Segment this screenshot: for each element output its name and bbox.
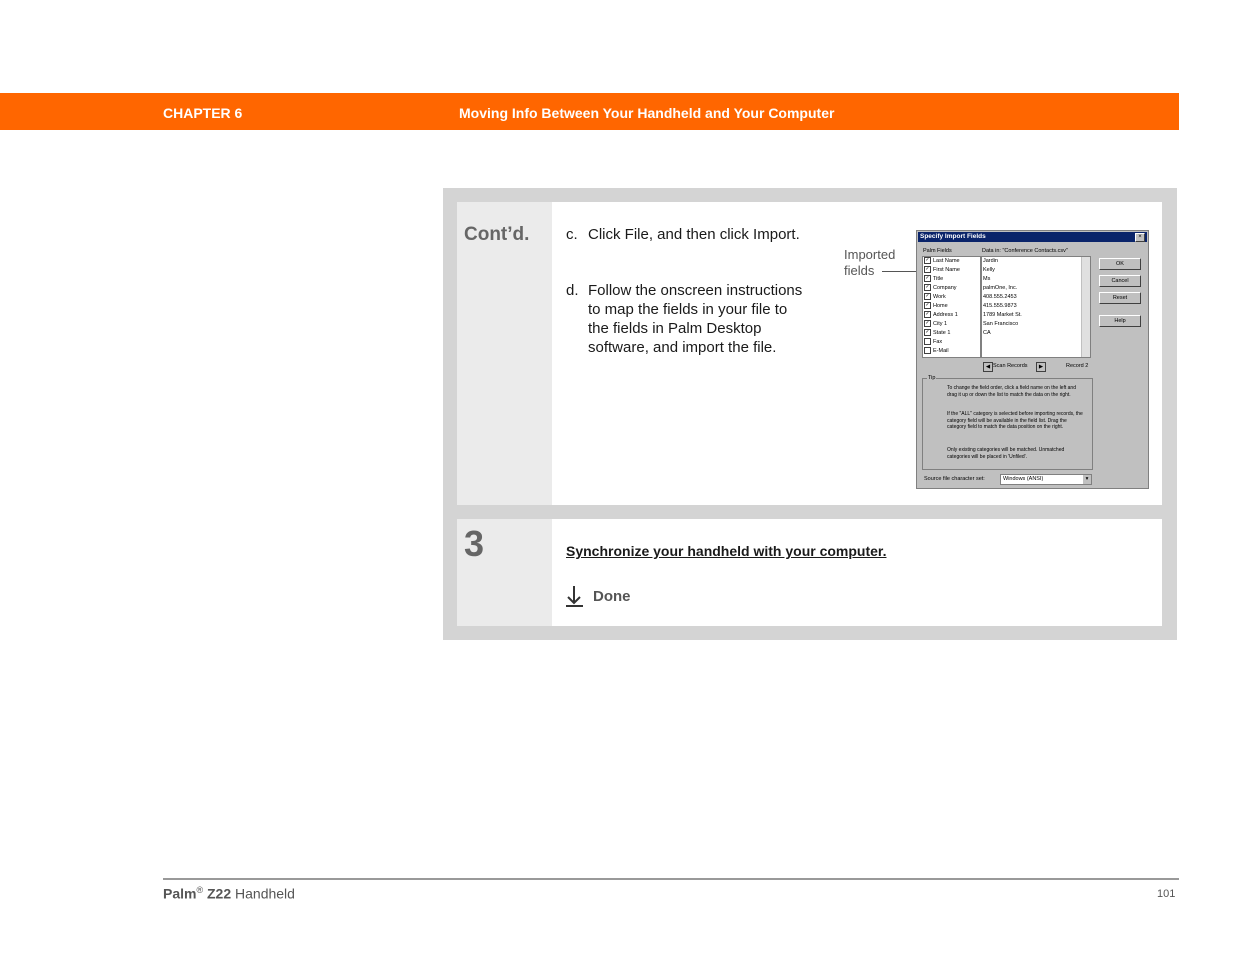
step-label-column: Cont’d. xyxy=(457,202,552,505)
palm-field-name: Last Name xyxy=(933,258,960,264)
palm-field-name: Fax xyxy=(933,339,943,345)
checked-checkbox-icon[interactable]: ✓ xyxy=(924,320,931,328)
palm-field-item[interactable]: ✓ State 1 xyxy=(923,329,980,338)
data-value-item: Ms xyxy=(983,276,991,282)
close-icon[interactable]: × xyxy=(1135,233,1145,242)
checked-checkbox-icon[interactable]: ✓ xyxy=(924,266,931,274)
palm-fields-list[interactable]: ✓ Last Name ✓ First Name ✓ Title ✓ Company ✓ Work… xyxy=(922,256,981,358)
chapter-title: Moving Info Between Your Handheld and Yo… xyxy=(459,105,835,121)
chevron-down-icon[interactable]: ▾ xyxy=(1083,475,1091,484)
palm-field-name: State 1 xyxy=(933,330,951,336)
footer-rule xyxy=(163,878,1179,880)
checked-checkbox-icon[interactable]: ✓ xyxy=(924,275,931,283)
instruction-text: Click File, and then click Import. xyxy=(588,226,800,243)
callout-leader-line xyxy=(882,271,920,272)
tip-paragraph: Only existing categories will be matched… xyxy=(947,447,1065,460)
charset-value: Windows (ANSI) xyxy=(1003,476,1044,482)
palm-field-name: Address 1 xyxy=(933,312,958,318)
instruction-letter: c. xyxy=(566,226,578,243)
footer-reg-mark: ® xyxy=(196,885,204,895)
next-record-icon[interactable]: ▶ xyxy=(1036,362,1046,372)
data-value-item: 1789 Market St. xyxy=(983,312,1022,318)
callout-text: Imported fields xyxy=(844,247,896,278)
step-number: 3 xyxy=(464,523,485,564)
ok-button[interactable]: OK xyxy=(1099,258,1141,270)
chapter-number: CHAPTER 6 xyxy=(163,105,243,121)
step-label-column: 3 xyxy=(457,519,552,626)
scan-records-label: Scan Records xyxy=(993,363,1028,369)
palm-field-item[interactable]: ✓ Company xyxy=(923,284,980,293)
palm-field-name: E-Mail xyxy=(933,348,949,354)
palm-field-item[interactable]: ✓ Address 1 xyxy=(923,311,980,320)
instruction-letter: d. xyxy=(566,282,579,299)
continued-label: Cont’d. xyxy=(464,224,530,245)
palm-field-item[interactable]: Fax xyxy=(923,338,980,347)
data-values-list[interactable]: Jardin Kelly Ms palmOne, Inc. 408.555.2453 41… xyxy=(981,256,1091,358)
charset-select[interactable]: Windows (ANSI) ▾ xyxy=(1000,474,1092,485)
palm-field-name: Work xyxy=(933,294,946,300)
palm-field-item[interactable]: ✓ First Name xyxy=(923,266,980,275)
chapter-header-band: CHAPTER 6 Moving Info Between Your Handh… xyxy=(0,93,1179,130)
palm-field-item[interactable]: ✓ City 1 xyxy=(923,320,980,329)
data-value-item: CA xyxy=(983,330,991,336)
record-indicator: Record 2 xyxy=(1066,363,1089,369)
data-value-item: San Francisco xyxy=(983,321,1019,327)
palm-fields-label: Palm Fields xyxy=(923,248,952,254)
palm-field-name: Company xyxy=(933,285,957,291)
cancel-button[interactable]: Cancel xyxy=(1099,275,1141,287)
palm-field-name: First Name xyxy=(933,267,960,273)
checked-checkbox-icon[interactable]: ✓ xyxy=(924,293,931,301)
data-value-item: 415.555.9873 xyxy=(983,303,1017,309)
reset-button[interactable]: Reset xyxy=(1099,292,1141,304)
palm-field-item[interactable]: ✓ Last Name xyxy=(923,257,980,266)
step-continued-row: Cont’d. c. Click File, and then click Im… xyxy=(457,202,1162,505)
specify-import-fields-dialog: Specify Import Fields × Palm Fields Data… xyxy=(916,230,1149,489)
data-value-item: palmOne, Inc. xyxy=(983,285,1018,291)
done-arrow-icon xyxy=(566,586,583,607)
help-button[interactable]: Help xyxy=(1099,315,1141,327)
imported-fields-callout: Imported fields xyxy=(844,247,904,279)
palm-field-name: Home xyxy=(933,303,948,309)
tip-paragraph: To change the field order, click a field… xyxy=(947,385,1076,398)
palm-field-item[interactable]: E-Mail xyxy=(923,347,980,356)
footer-brand: Palm xyxy=(163,885,197,902)
tip-label: Tip xyxy=(927,375,937,381)
checkbox-icon[interactable] xyxy=(924,338,931,346)
dialog-title: Specify Import Fields xyxy=(920,233,986,240)
checked-checkbox-icon[interactable]: ✓ xyxy=(924,329,931,337)
checked-checkbox-icon[interactable]: ✓ xyxy=(924,284,931,292)
checked-checkbox-icon[interactable]: ✓ xyxy=(924,311,931,319)
tip-paragraph: If the "ALL" category is selected before… xyxy=(947,411,1083,430)
footer-product: Palm® Z22 Handheld xyxy=(163,885,295,902)
data-value-item: Kelly xyxy=(983,267,995,273)
instruction-text: Follow the onscreen instructions to map … xyxy=(588,282,803,356)
checkbox-icon[interactable] xyxy=(924,347,931,355)
data-in-label: Data in: "Conference Contacts.csv" xyxy=(982,248,1068,254)
palm-field-item[interactable]: ✓ Home xyxy=(923,302,980,311)
step-3-row: 3 Synchronize your handheld with your co… xyxy=(457,519,1162,626)
data-value-item: Jardin xyxy=(983,258,998,264)
done-label: Done xyxy=(593,588,631,605)
checked-checkbox-icon[interactable]: ✓ xyxy=(924,302,931,310)
palm-field-item[interactable]: ✓ Title xyxy=(923,275,980,284)
footer-model: Z22 xyxy=(207,885,232,902)
palm-field-name: Title xyxy=(933,276,944,282)
palm-field-name: City 1 xyxy=(933,321,948,327)
footer-product-name: Handheld xyxy=(235,885,295,902)
steps-frame: Cont’d. c. Click File, and then click Im… xyxy=(443,188,1177,640)
checked-checkbox-icon[interactable]: ✓ xyxy=(924,257,931,265)
synchronize-link[interactable]: Synchronize your handheld with your comp… xyxy=(566,543,886,559)
data-value-item: 408.555.2453 xyxy=(983,294,1017,300)
previous-record-icon[interactable]: ◀ xyxy=(983,362,993,372)
dialog-titlebar: Specify Import Fields × xyxy=(918,232,1147,242)
charset-label: Source file character set: xyxy=(924,476,985,482)
page-number: 101 xyxy=(1157,888,1176,900)
palm-field-item[interactable]: ✓ Work xyxy=(923,293,980,302)
